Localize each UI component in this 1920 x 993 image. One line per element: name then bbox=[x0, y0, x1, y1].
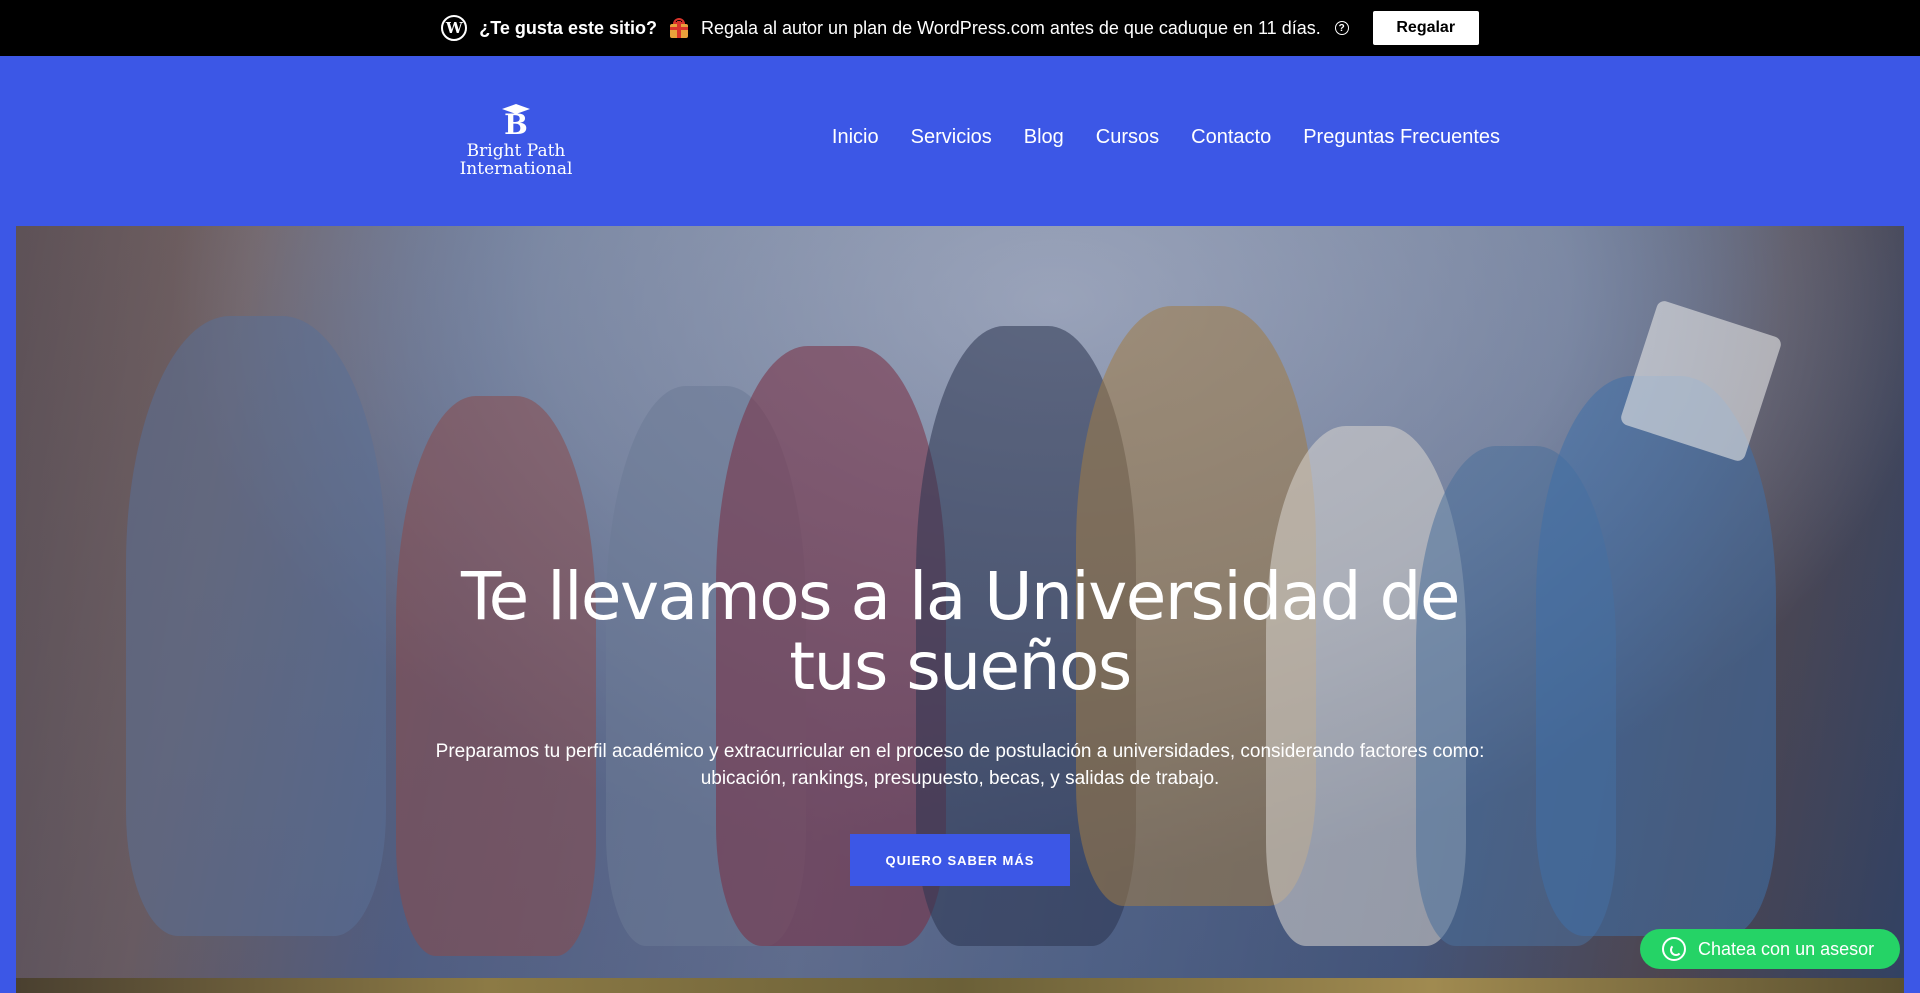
nav-item-servicios[interactable]: Servicios bbox=[911, 126, 992, 149]
hero-title: Te llevamos a la Universidad de tus sueñ… bbox=[461, 558, 1460, 705]
nav-item-inicio[interactable]: Inicio bbox=[832, 126, 879, 149]
nav-item-faq[interactable]: Preguntas Frecuentes bbox=[1303, 126, 1500, 149]
promo-bar: W ¿Te gusta este sitio? Regala al autor … bbox=[0, 0, 1920, 56]
whatsapp-icon bbox=[1662, 937, 1686, 961]
promo-content: W ¿Te gusta este sitio? Regala al autor … bbox=[441, 11, 1479, 45]
cta-button[interactable]: QUIERO SABER MÁS bbox=[850, 834, 1070, 886]
help-icon[interactable]: ? bbox=[1334, 21, 1349, 35]
wordpress-icon: W bbox=[441, 15, 468, 41]
gift-button[interactable]: Regalar bbox=[1372, 11, 1479, 45]
hero-content: Te llevamos a la Universidad de tus sueñ… bbox=[16, 226, 1904, 978]
hero-section: Te llevamos a la Universidad de tus sueñ… bbox=[16, 226, 1904, 978]
logo-text-line1: Bright Path bbox=[466, 141, 566, 161]
site-header: B Bright Path International Inicio Servi… bbox=[0, 56, 1920, 226]
site-logo[interactable]: B Bright Path International bbox=[458, 104, 574, 178]
main-nav: Inicio Servicios Blog Cursos Contacto Pr… bbox=[832, 126, 1500, 149]
nav-item-blog[interactable]: Blog bbox=[1024, 126, 1064, 149]
promo-message: Regala al autor un plan de WordPress.com… bbox=[700, 17, 1321, 38]
next-section-preview bbox=[16, 978, 1904, 993]
nav-item-contacto[interactable]: Contacto bbox=[1191, 126, 1271, 149]
whatsapp-chat-button[interactable]: Chatea con un asesor bbox=[1640, 929, 1900, 969]
gift-icon bbox=[669, 18, 689, 38]
promo-question: ¿Te gusta este sitio? bbox=[479, 17, 657, 38]
hero-subtitle: Preparamos tu perfil académico y extracu… bbox=[435, 741, 1485, 789]
logo-text-line2: International bbox=[459, 159, 573, 179]
chat-label: Chatea con un asesor bbox=[1698, 938, 1875, 959]
logo-emblem-icon: B bbox=[498, 104, 534, 140]
nav-item-cursos[interactable]: Cursos bbox=[1096, 126, 1159, 149]
